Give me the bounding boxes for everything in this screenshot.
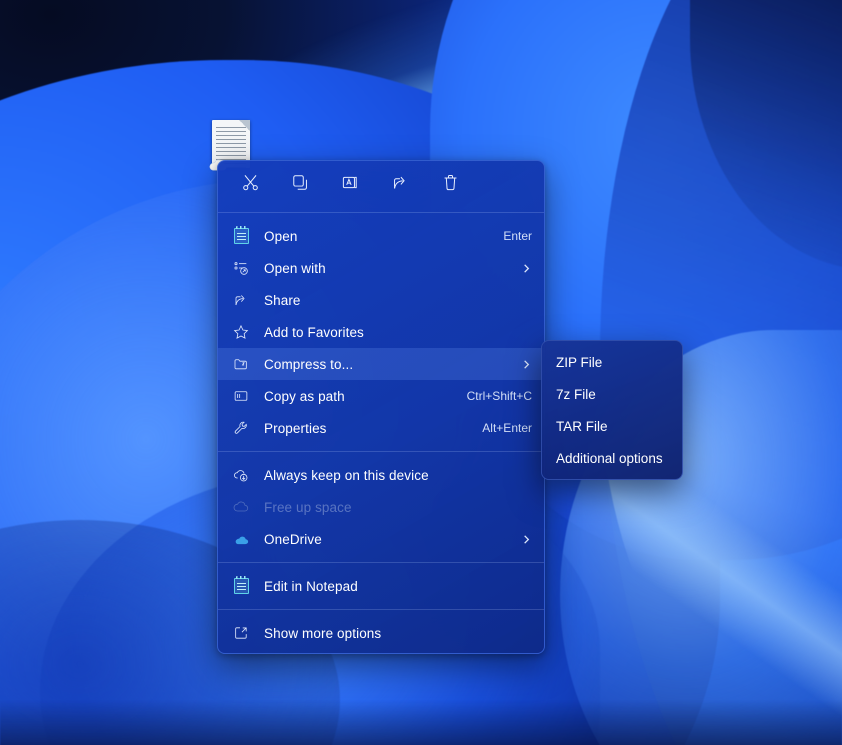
menu-item-open-with[interactable]: Open with <box>218 252 544 284</box>
delete-button[interactable] <box>430 168 470 202</box>
menu-item-show-more-options[interactable]: Show more options <box>218 617 544 649</box>
compress-folder-icon <box>230 355 252 373</box>
notepad-icon <box>230 577 252 595</box>
menu-item-label: Copy as path <box>264 389 455 404</box>
scissors-icon <box>241 173 260 197</box>
onedrive-icon <box>230 530 252 548</box>
submenu-item-additional-options[interactable]: Additional options <box>542 442 682 474</box>
submenu-item-tar-file[interactable]: TAR File <box>542 410 682 442</box>
menu-separator <box>218 451 544 452</box>
share-button[interactable] <box>380 168 420 202</box>
menu-item-shortcut: Alt+Enter <box>482 421 532 435</box>
menu-item-onedrive[interactable]: OneDrive <box>218 523 544 555</box>
menu-item-label: Add to Favorites <box>264 325 532 340</box>
chevron-right-icon <box>520 534 532 545</box>
menu-item-shortcut: Ctrl+Shift+C <box>467 389 532 403</box>
menu-item-edit-in-notepad[interactable]: Edit in Notepad <box>218 570 544 602</box>
menu-item-always-keep-on-device[interactable]: Always keep on this device <box>218 459 544 491</box>
notepad-icon <box>230 227 252 245</box>
share-icon <box>230 291 252 309</box>
rename-icon <box>341 173 360 197</box>
menu-item-copy-as-path[interactable]: Copy as path Ctrl+Shift+C <box>218 380 544 412</box>
menu-item-label: Free up space <box>264 500 532 515</box>
menu-item-label: Open <box>264 229 491 244</box>
menu-separator <box>218 212 544 213</box>
expand-icon <box>230 624 252 642</box>
rename-button[interactable] <box>330 168 370 202</box>
wrench-icon <box>230 419 252 437</box>
menu-item-shortcut: Enter <box>503 229 532 243</box>
menu-item-label: Share <box>264 293 532 308</box>
menu-item-add-to-favorites[interactable]: Add to Favorites <box>218 316 544 348</box>
menu-separator <box>218 562 544 563</box>
menu-item-properties[interactable]: Properties Alt+Enter <box>218 412 544 444</box>
chevron-right-icon <box>520 359 532 370</box>
menu-item-open[interactable]: Open Enter <box>218 220 544 252</box>
submenu-item-7z-file[interactable]: 7z File <box>542 378 682 410</box>
open-with-icon <box>230 259 252 277</box>
wallpaper-bottom-shade <box>0 700 842 745</box>
menu-item-compress-to[interactable]: Compress to... <box>218 348 544 380</box>
menu-item-label: Compress to... <box>264 357 510 372</box>
menu-item-label: Always keep on this device <box>264 468 532 483</box>
menu-item-label: OneDrive <box>264 532 510 547</box>
copy-button[interactable] <box>280 168 320 202</box>
menu-item-label: Open with <box>264 261 510 276</box>
chevron-right-icon <box>520 263 532 274</box>
menu-item-label: Show more options <box>264 626 532 641</box>
cloud-download-icon <box>230 466 252 484</box>
menu-item-label: Edit in Notepad <box>264 579 532 594</box>
menu-separator <box>218 609 544 610</box>
desktop[interactable]: Open Enter Open with Share <box>0 0 842 745</box>
copy-path-icon <box>230 387 252 405</box>
compress-to-submenu[interactable]: ZIP File 7z File TAR File Additional opt… <box>541 340 683 480</box>
menu-item-share[interactable]: Share <box>218 284 544 316</box>
menu-item-free-up-space: Free up space <box>218 491 544 523</box>
cut-button[interactable] <box>230 168 270 202</box>
file-context-menu[interactable]: Open Enter Open with Share <box>217 160 545 654</box>
submenu-item-zip-file[interactable]: ZIP File <box>542 346 682 378</box>
star-icon <box>230 323 252 341</box>
menu-item-label: Properties <box>264 421 470 436</box>
trash-icon <box>441 173 460 197</box>
context-menu-toolbar <box>218 161 544 209</box>
share-icon <box>391 173 410 197</box>
copy-icon <box>291 173 310 197</box>
cloud-icon <box>230 498 252 516</box>
